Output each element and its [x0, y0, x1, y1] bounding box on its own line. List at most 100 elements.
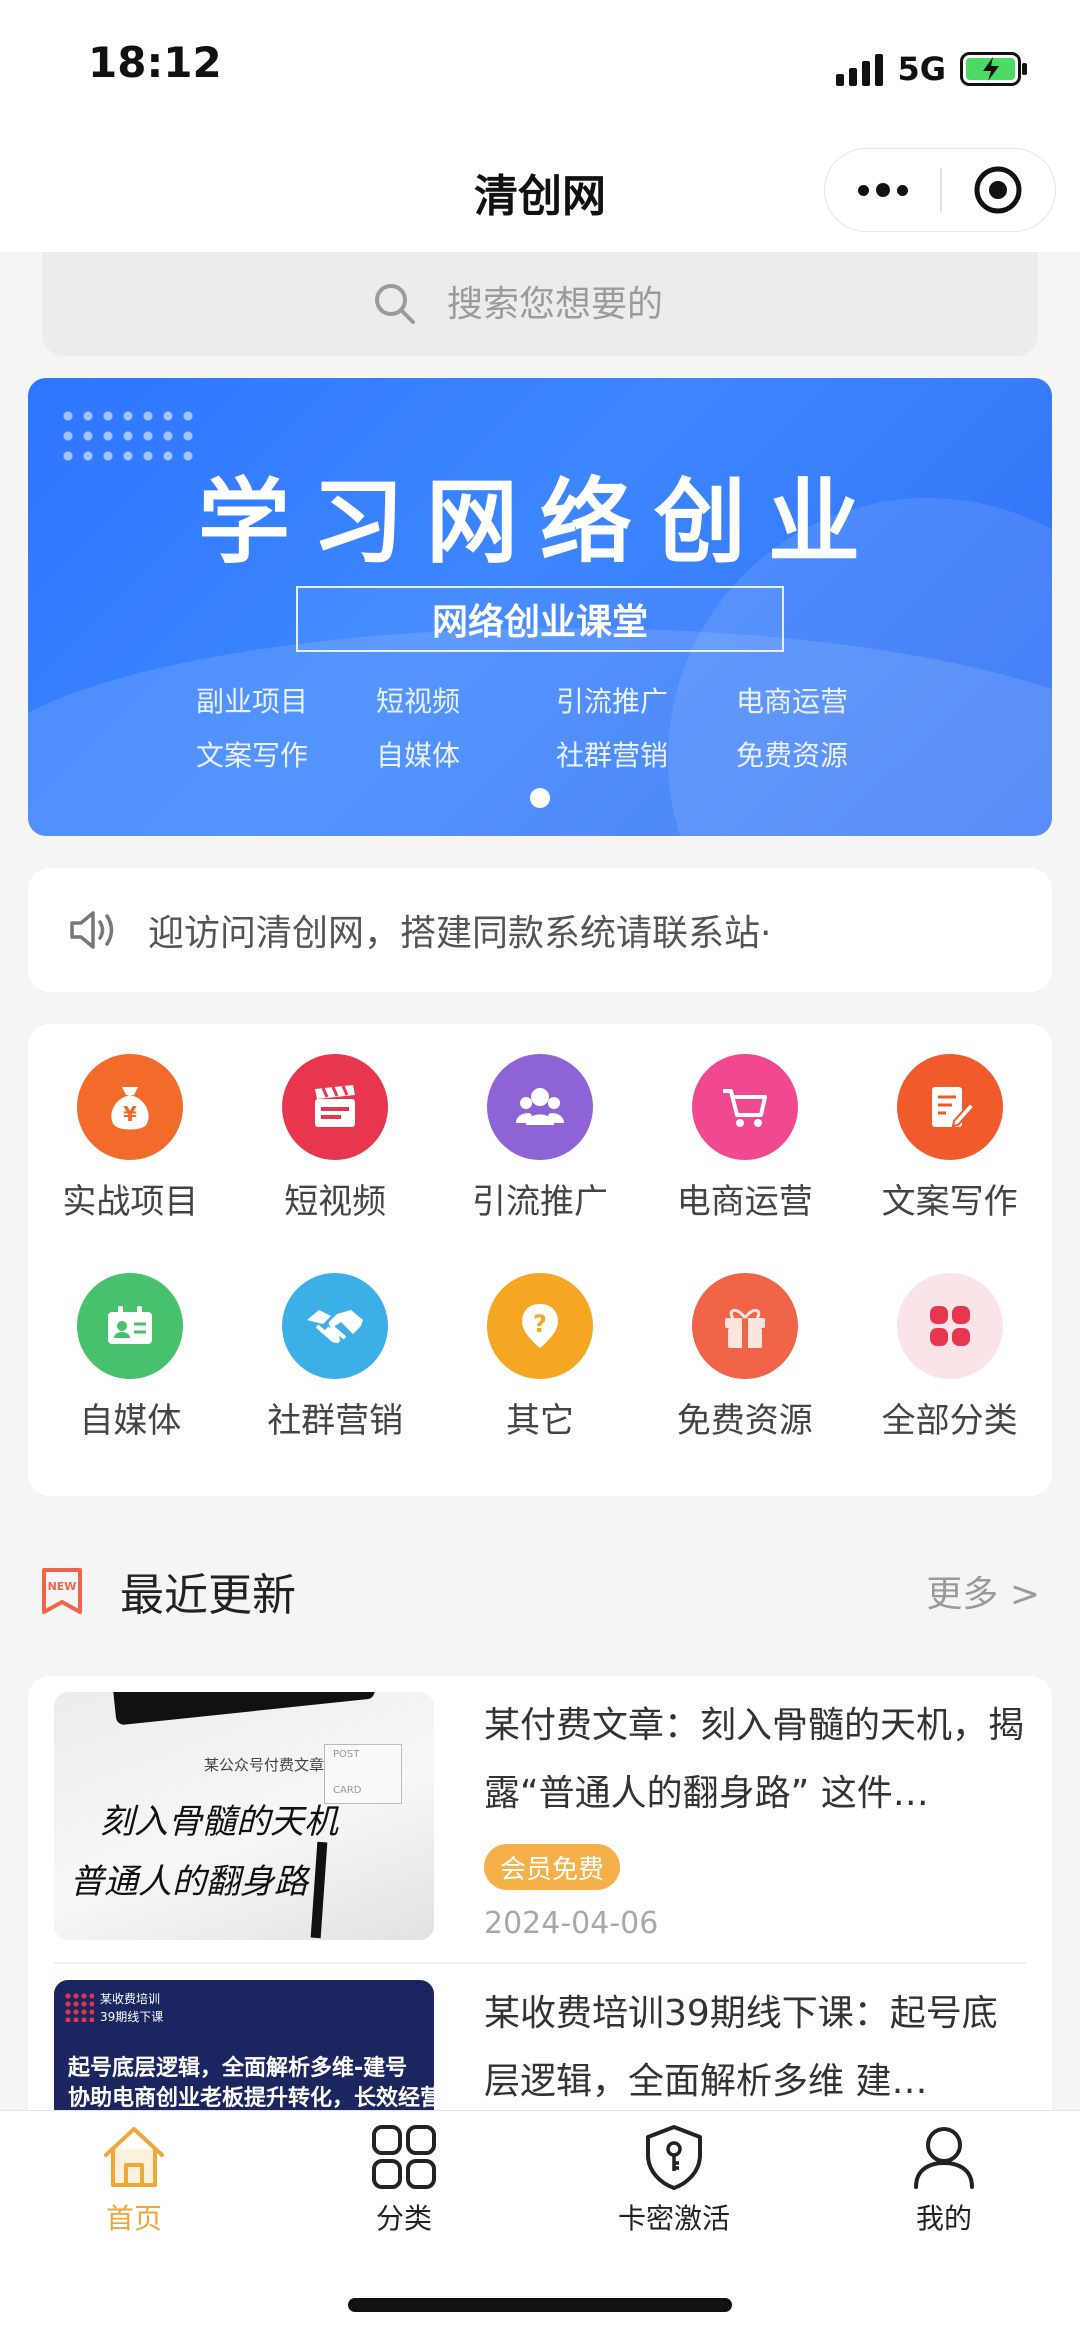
more-dot-icon [857, 184, 869, 196]
category-label: 全部分类 [881, 1401, 1018, 1441]
category-label: 自媒体 [79, 1401, 182, 1441]
banner-page-indicator[interactable] [530, 788, 550, 808]
banner-tag: 文案写作 [196, 739, 309, 772]
thumbnail-headline: 协助电商创业老板提升转化，长效经营 [68, 2086, 434, 2111]
banner-tag: 短视频 [376, 685, 461, 718]
category-item-self-media[interactable]: 自媒体 [28, 1273, 233, 1476]
article-date: 2024-04-06 [484, 1906, 659, 1941]
category-item-free[interactable]: 免费资源 [642, 1273, 847, 1476]
member-free-badge: 会员免费 [484, 1844, 621, 1890]
handshake-icon [282, 1273, 389, 1379]
banner-subtitle-box: 网络创业课堂 [296, 586, 784, 652]
promo-banner[interactable]: 学习网络创业 网络创业课堂 副业项目 短视频 引流推广 电商运营 文案写作 自媒… [28, 378, 1052, 836]
category-label: 社群营销 [267, 1401, 404, 1441]
category-item-copywriting[interactable]: 文案写作 [847, 1054, 1052, 1257]
cart-icon [691, 1054, 798, 1160]
search-bar[interactable] [42, 252, 1038, 356]
question-icon: ? [486, 1273, 593, 1379]
more-link[interactable]: 更多 > [926, 1565, 1040, 1617]
svg-text:NEW: NEW [48, 1580, 77, 1593]
id-card-icon [77, 1273, 184, 1379]
grid-icon [372, 2125, 436, 2189]
user-icon [914, 2127, 974, 2189]
notice-text: 迎访问清创网，搭建同款系统请联系站· [148, 913, 772, 954]
four-petal-icon [896, 1273, 1003, 1379]
tab-label: 我的 [915, 2202, 972, 2235]
banner-tag: 引流推广 [556, 685, 669, 718]
category-item-traffic[interactable]: 引流推广 [438, 1054, 643, 1257]
tab-label: 卡密激活 [617, 2202, 730, 2235]
status-indicators: 5G [836, 44, 1028, 94]
home-icon [104, 2127, 164, 2187]
category-label: 引流推广 [471, 1182, 608, 1222]
category-label: 短视频 [284, 1182, 387, 1222]
search-icon [375, 284, 415, 324]
nav-bar: 清创网 [0, 136, 1080, 252]
new-badge-icon: NEW [42, 1568, 82, 1614]
thumbnail-caption: 某公众号付费文章 [204, 1756, 325, 1774]
signal-icon [836, 52, 884, 86]
more-dot-icon [875, 183, 890, 197]
banner-tags: 副业项目 短视频 引流推广 电商运营 文案写作 自媒体 社群营销 免费资源 [196, 680, 916, 774]
category-label: 文案写作 [881, 1182, 1018, 1222]
thumbnail-headline: 起号底层逻辑，全面解析多维-建号 [68, 2056, 408, 2081]
network-label: 5G [897, 50, 946, 88]
article-title: 某付费文章：刻入骨髓的天机，揭露“普通人的翻身路” 这件… [484, 1705, 1024, 1814]
thumbnail-headline: 普通人的翻身路 [70, 1862, 308, 1902]
category-label: 免费资源 [676, 1401, 813, 1441]
article-thumbnail: 某公众号付费文章 POST CARD 刻入骨髓的天机 普通人的翻身路 [54, 1692, 434, 1940]
postcard-label: POST [333, 1749, 360, 1760]
category-item-short-video[interactable]: 短视频 [233, 1054, 438, 1257]
tab-profile[interactable]: 我的 [834, 2121, 1054, 2261]
close-mini-program-button[interactable] [942, 148, 1055, 232]
banner-title: 学习网络创业 [197, 469, 882, 576]
category-item-other[interactable]: ? 其它 [438, 1273, 643, 1476]
category-grid: ¥ 实战项目 短视频 引流推广 电商运营 文案写作 自媒体 社群营销 ? 其它 … [28, 1024, 1052, 1496]
banner-tag: 免费资源 [736, 739, 849, 772]
svg-text:?: ? [533, 1310, 547, 1338]
category-item-community[interactable]: 社群营销 [233, 1273, 438, 1476]
tab-card-activation[interactable]: 卡密激活 [564, 2121, 784, 2261]
people-icon [486, 1054, 593, 1160]
banner-tag: 电商运营 [736, 685, 849, 718]
money-bag-icon: ¥ [77, 1054, 184, 1160]
tab-home[interactable]: 首页 [24, 2121, 244, 2261]
category-item-ecommerce[interactable]: 电商运营 [642, 1054, 847, 1257]
thumbnail-headline: 刻入骨髓的天机 [100, 1802, 338, 1842]
shield-key-icon [646, 2125, 702, 2190]
category-item-shizhan[interactable]: ¥ 实战项目 [28, 1054, 233, 1257]
tab-label: 首页 [105, 2202, 162, 2235]
status-bar: 18:12 5G [0, 0, 1080, 136]
category-label: 其它 [505, 1401, 574, 1441]
thumbnail-dots [64, 1992, 94, 2022]
article-item[interactable]: 某公众号付费文章 POST CARD 刻入骨髓的天机 普通人的翻身路 某付费文章… [54, 1692, 1026, 1954]
category-label: 实战项目 [62, 1182, 199, 1222]
thumbnail-caption: 39期线下课 [100, 2010, 164, 2024]
speaker-icon [70, 911, 114, 949]
tab-categories[interactable]: 分类 [294, 2121, 514, 2261]
section-title: 最近更新 [120, 1570, 296, 1621]
banner-subtitle: 网络创业课堂 [431, 602, 648, 643]
gift-icon [691, 1273, 798, 1379]
battery-charging-icon [960, 52, 1027, 86]
status-time: 18:12 [88, 38, 222, 87]
banner-tag: 自媒体 [376, 739, 461, 772]
notice-bar[interactable]: 迎访问清创网，搭建同款系统请联系站· [28, 868, 1052, 992]
search-input[interactable] [447, 283, 707, 325]
tab-label: 分类 [375, 2202, 432, 2235]
thumbnail-caption: 某收费培训 [100, 1992, 161, 2006]
category-label: 电商运营 [676, 1182, 813, 1222]
banner-tag: 副业项目 [196, 685, 309, 718]
category-item-all[interactable]: 全部分类 [847, 1273, 1052, 1476]
article-title: 某收费培训39期线下课：起号底层逻辑，全面解析多维 建… [484, 1993, 998, 2102]
home-indicator [348, 2298, 732, 2312]
recent-updates-header: NEW 最近更新 更多 > [40, 1556, 1040, 1626]
clapperboard-icon [282, 1054, 389, 1160]
divider [54, 1962, 1026, 1964]
svg-text:¥: ¥ [123, 1102, 137, 1126]
more-menu-button[interactable] [825, 148, 940, 232]
pen-decoration [310, 1841, 328, 1939]
pen-cap-decoration [112, 1692, 376, 1726]
mini-program-capsule [824, 148, 1056, 232]
target-close-icon [974, 166, 1022, 214]
